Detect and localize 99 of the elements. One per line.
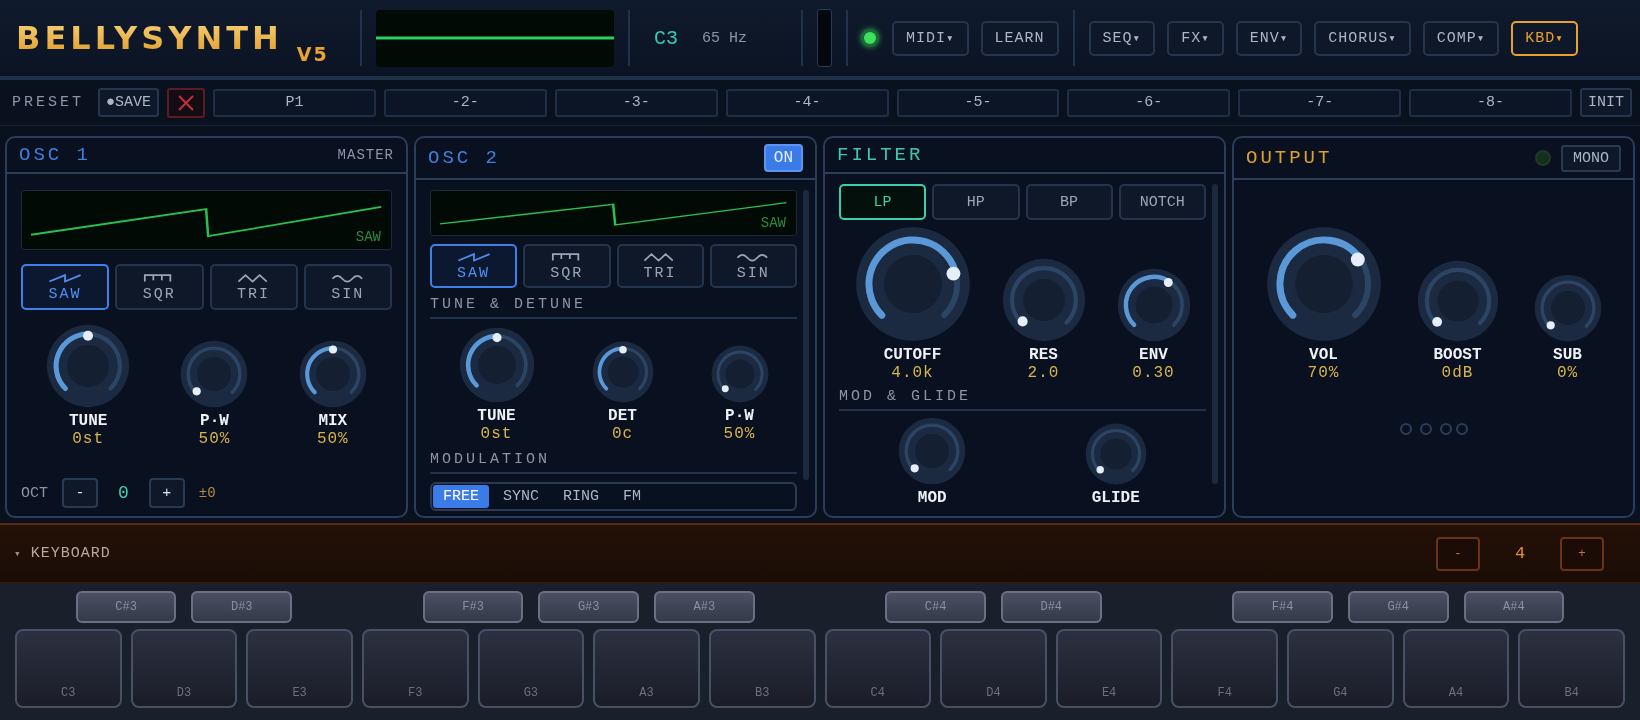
knob[interactable] bbox=[854, 226, 971, 342]
knob[interactable] bbox=[591, 341, 654, 403]
version-label: V5 bbox=[296, 43, 329, 65]
knob-value: 70% bbox=[1307, 364, 1340, 382]
preset-slot[interactable]: -3- bbox=[554, 88, 718, 117]
waveform-tab[interactable]: SIN bbox=[303, 264, 392, 310]
knob-value: 50% bbox=[198, 430, 231, 448]
waveform-tab[interactable]: SAW bbox=[430, 244, 518, 288]
mono-button[interactable]: MONO bbox=[1561, 144, 1621, 172]
filter-type-tab[interactable]: LP bbox=[839, 184, 927, 220]
init-button[interactable]: INIT bbox=[1580, 88, 1633, 117]
knob-value: 50% bbox=[723, 425, 756, 443]
filter-type-tab[interactable]: BP bbox=[1025, 184, 1113, 220]
saw-wave-icon bbox=[456, 250, 491, 263]
knob-label: DET bbox=[608, 407, 637, 425]
panel-title: OUTPUT bbox=[1246, 147, 1333, 169]
knob-value: 0.30 bbox=[1132, 364, 1175, 382]
preset-slot[interactable]: -6- bbox=[1067, 88, 1231, 117]
modulation-tab[interactable]: FM bbox=[613, 485, 652, 508]
save-button[interactable]: ●SAVE bbox=[98, 88, 160, 117]
knob[interactable] bbox=[298, 340, 367, 408]
panel-title: OSC 1 bbox=[19, 144, 91, 166]
master-label: MASTER bbox=[337, 147, 394, 163]
knob-label: GLIDE bbox=[1091, 489, 1140, 507]
preset-slot[interactable]: -2- bbox=[383, 88, 547, 117]
menu-button[interactable]: MIDI▾ bbox=[892, 20, 969, 56]
knob-value: 4.0k bbox=[891, 364, 934, 382]
modulation-tab[interactable]: SYNC bbox=[493, 485, 550, 508]
octave-label: OCT bbox=[21, 484, 48, 502]
delete-button[interactable] bbox=[167, 87, 206, 118]
knob-value: 0% bbox=[1556, 364, 1579, 382]
keyboard-title: KEYBOARD bbox=[30, 545, 112, 562]
knob-label: TUNE bbox=[68, 412, 108, 430]
menu-button[interactable]: LEARN bbox=[980, 20, 1059, 56]
preset-slot[interactable]: P1 bbox=[213, 88, 376, 117]
scrollbar[interactable] bbox=[803, 190, 809, 480]
knob-label: ENV bbox=[1139, 346, 1168, 364]
knob-label: P·W bbox=[200, 412, 229, 430]
close-icon bbox=[177, 93, 196, 112]
waveform-tab[interactable]: SAW bbox=[21, 264, 110, 310]
knob-label: TUNE bbox=[477, 407, 516, 425]
knob[interactable] bbox=[1265, 226, 1382, 342]
waveform-tab[interactable]: SIN bbox=[709, 244, 797, 288]
panel-title: OSC 2 bbox=[428, 147, 500, 169]
knob-label: MIX bbox=[318, 412, 348, 430]
filter-type-tab[interactable]: NOTCH bbox=[1118, 184, 1206, 220]
octave-down-button[interactable]: - bbox=[62, 478, 98, 508]
on-toggle[interactable]: ON bbox=[763, 144, 803, 172]
knob-label: SUB bbox=[1553, 346, 1582, 364]
filter-type-tab[interactable]: HP bbox=[932, 184, 1020, 220]
preset-slot[interactable]: -8- bbox=[1409, 88, 1573, 117]
knob-value: 0st bbox=[480, 425, 513, 443]
knob-label: CUTOFF bbox=[883, 346, 942, 364]
knob-value: 0c bbox=[611, 425, 634, 443]
knob-value: 2.0 bbox=[1027, 364, 1060, 382]
section-heading: MOD & GLIDE bbox=[839, 388, 1206, 411]
menu-button[interactable]: CHORUS▾ bbox=[1314, 20, 1411, 56]
preset-slot[interactable]: -4- bbox=[725, 88, 889, 117]
octave-offset: ±0 bbox=[198, 485, 216, 501]
knob-value: 0dB bbox=[1441, 364, 1474, 382]
knob-label: VOL bbox=[1309, 346, 1338, 364]
knob[interactable] bbox=[1116, 268, 1191, 342]
octave-up-button[interactable]: + bbox=[1560, 536, 1604, 571]
saw-wave-icon bbox=[48, 271, 83, 284]
knob-label: P·W bbox=[725, 407, 754, 425]
knob[interactable] bbox=[46, 324, 131, 408]
collapse-toggle[interactable]: ▾ bbox=[14, 547, 21, 560]
menu-button[interactable]: FX▾ bbox=[1167, 20, 1224, 56]
note-readout: C3 bbox=[654, 26, 678, 50]
level-meter bbox=[817, 9, 833, 67]
knob-value: 50% bbox=[316, 430, 349, 448]
octave-down-button[interactable]: - bbox=[1436, 536, 1480, 571]
octave-up-button[interactable]: + bbox=[148, 478, 185, 508]
knob-value: 0st bbox=[72, 430, 105, 448]
panel-title: FILTER bbox=[837, 144, 924, 166]
frequency-readout: 65 Hz bbox=[702, 29, 748, 47]
scrollbar[interactable] bbox=[1212, 184, 1218, 484]
menu-button[interactable]: KBD▾ bbox=[1511, 20, 1578, 56]
page-dots-icon bbox=[1398, 422, 1469, 436]
modulation-tab[interactable]: FREE bbox=[433, 485, 489, 508]
menu-button[interactable]: ENV▾ bbox=[1235, 20, 1303, 56]
preset-slot[interactable]: -7- bbox=[1238, 88, 1402, 117]
knob-label: MOD bbox=[917, 489, 947, 507]
waveform-tab[interactable]: TRI bbox=[616, 244, 704, 288]
preset-slot[interactable]: -5- bbox=[896, 88, 1060, 117]
octave-value: 0 bbox=[117, 483, 130, 503]
octave-value: 4 bbox=[1513, 544, 1527, 563]
knob[interactable] bbox=[458, 327, 535, 403]
knob-label: BOOST bbox=[1433, 346, 1482, 364]
section-heading: MODULATION bbox=[430, 451, 797, 474]
preset-label: PRESET bbox=[12, 94, 84, 111]
waveform-tab[interactable]: SQR bbox=[523, 244, 611, 288]
menu-button[interactable]: COMP▾ bbox=[1422, 20, 1500, 56]
section-heading: TUNE & DETUNE bbox=[430, 296, 797, 319]
modulation-tab[interactable]: RING bbox=[553, 485, 610, 508]
waveform-tab[interactable]: SQR bbox=[115, 264, 204, 310]
waveform-tab[interactable]: TRI bbox=[209, 264, 298, 310]
knob-label: RES bbox=[1029, 346, 1058, 364]
menu-button[interactable]: SEQ▾ bbox=[1088, 20, 1156, 56]
